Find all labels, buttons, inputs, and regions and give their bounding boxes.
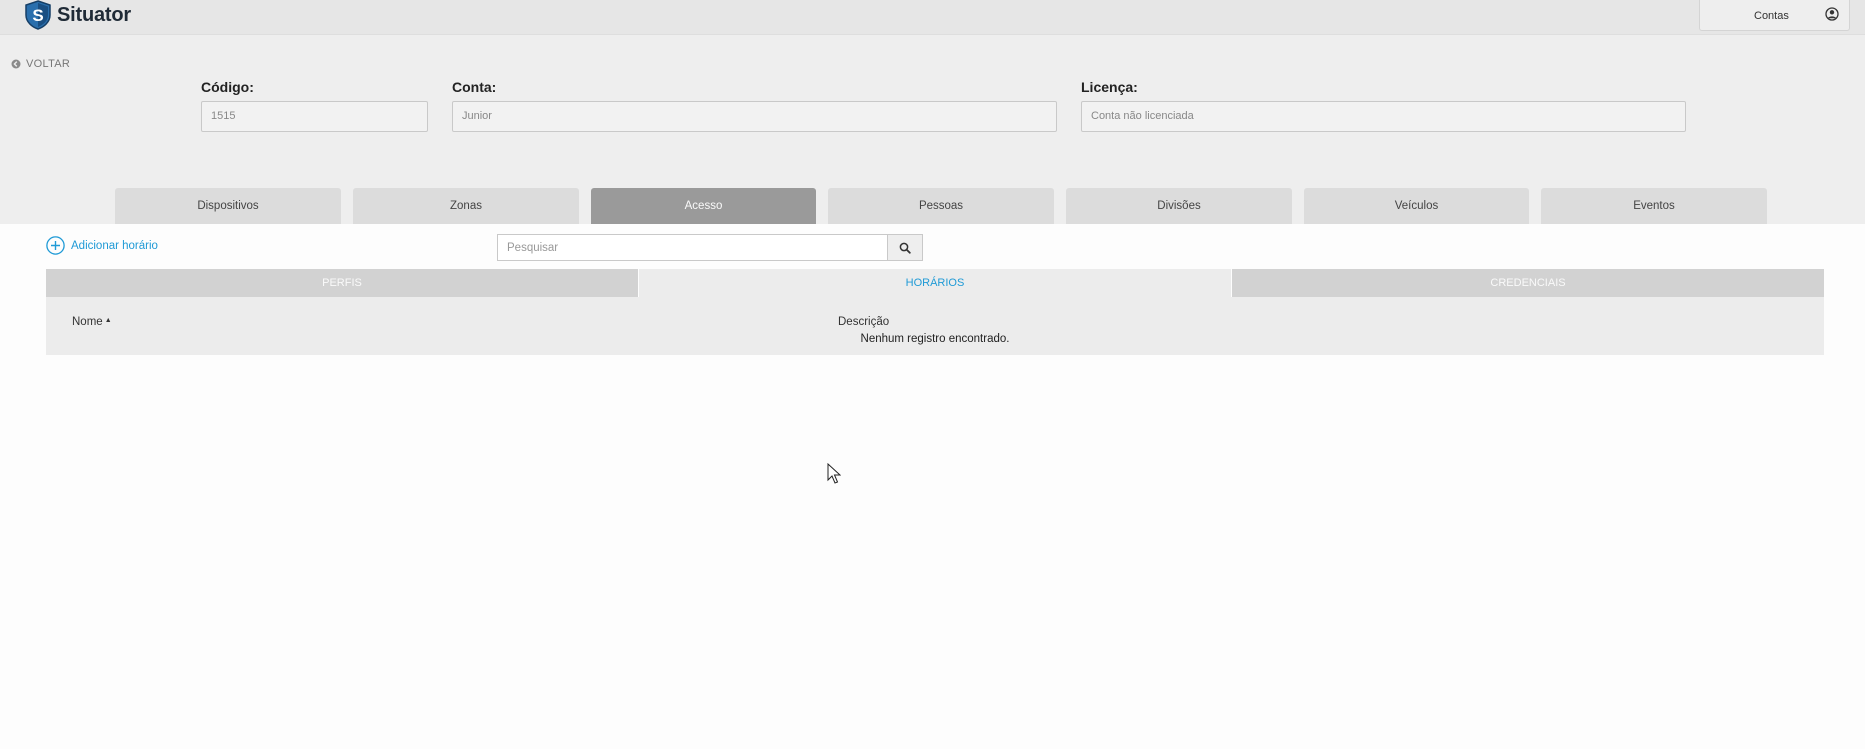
licenca-field[interactable]: Conta não licenciada (1081, 101, 1686, 132)
arrow-left-circle-icon (11, 59, 21, 69)
conta-label: Conta: (452, 79, 497, 95)
tab-divisoes[interactable]: Divisões (1066, 188, 1292, 224)
subtab-perfis[interactable]: PERFIS (46, 269, 638, 297)
subtab-horarios[interactable]: HORÁRIOS (639, 269, 1231, 297)
schedules-table: Nome ▲ Descrição Nenhum registro encontra… (46, 297, 1824, 355)
add-schedule-label: Adicionar horário (71, 239, 158, 252)
tab-veiculos[interactable]: Veículos (1304, 188, 1529, 224)
licenca-label: Licença: (1081, 79, 1138, 95)
add-schedule-button[interactable]: Adicionar horário (46, 236, 158, 255)
empty-table-message: Nenhum registro encontrado. (860, 333, 1010, 345)
top-header: S Situator Contas (0, 0, 1865, 35)
app-name: Situator (57, 3, 131, 26)
plus-circle-icon (46, 236, 65, 255)
column-header-nome[interactable]: Nome ▲ (72, 316, 112, 328)
back-label: VOLTAR (26, 58, 71, 70)
subtab-credenciais[interactable]: CREDENCIAIS (1232, 269, 1824, 297)
tab-acesso[interactable]: Acesso (591, 188, 816, 224)
svg-text:S: S (32, 6, 43, 25)
sort-ascending-icon: ▲ (104, 317, 112, 324)
tab-zonas[interactable]: Zonas (353, 188, 579, 224)
account-label: Contas (1754, 10, 1789, 22)
conta-field[interactable]: Junior (452, 101, 1057, 132)
tab-eventos[interactable]: Eventos (1541, 188, 1767, 224)
back-button[interactable]: VOLTAR (11, 58, 70, 70)
search-input[interactable] (497, 234, 888, 261)
codigo-field[interactable]: 1515 (201, 101, 428, 132)
mouse-pointer-icon (827, 463, 841, 484)
column-header-nome-label: Nome (72, 316, 103, 328)
column-header-descricao[interactable]: Descrição (838, 316, 889, 328)
app-logo[interactable]: S Situator (24, 0, 131, 30)
search-icon (899, 242, 911, 254)
user-circle-icon (1825, 7, 1839, 21)
account-menu-button[interactable]: Contas (1699, 0, 1850, 31)
codigo-label: Código: (201, 79, 254, 95)
tab-dispositivos[interactable]: Dispositivos (115, 188, 341, 224)
search-button[interactable] (888, 234, 923, 261)
tab-pessoas[interactable]: Pessoas (828, 188, 1054, 224)
shield-logo-icon: S (25, 0, 51, 30)
